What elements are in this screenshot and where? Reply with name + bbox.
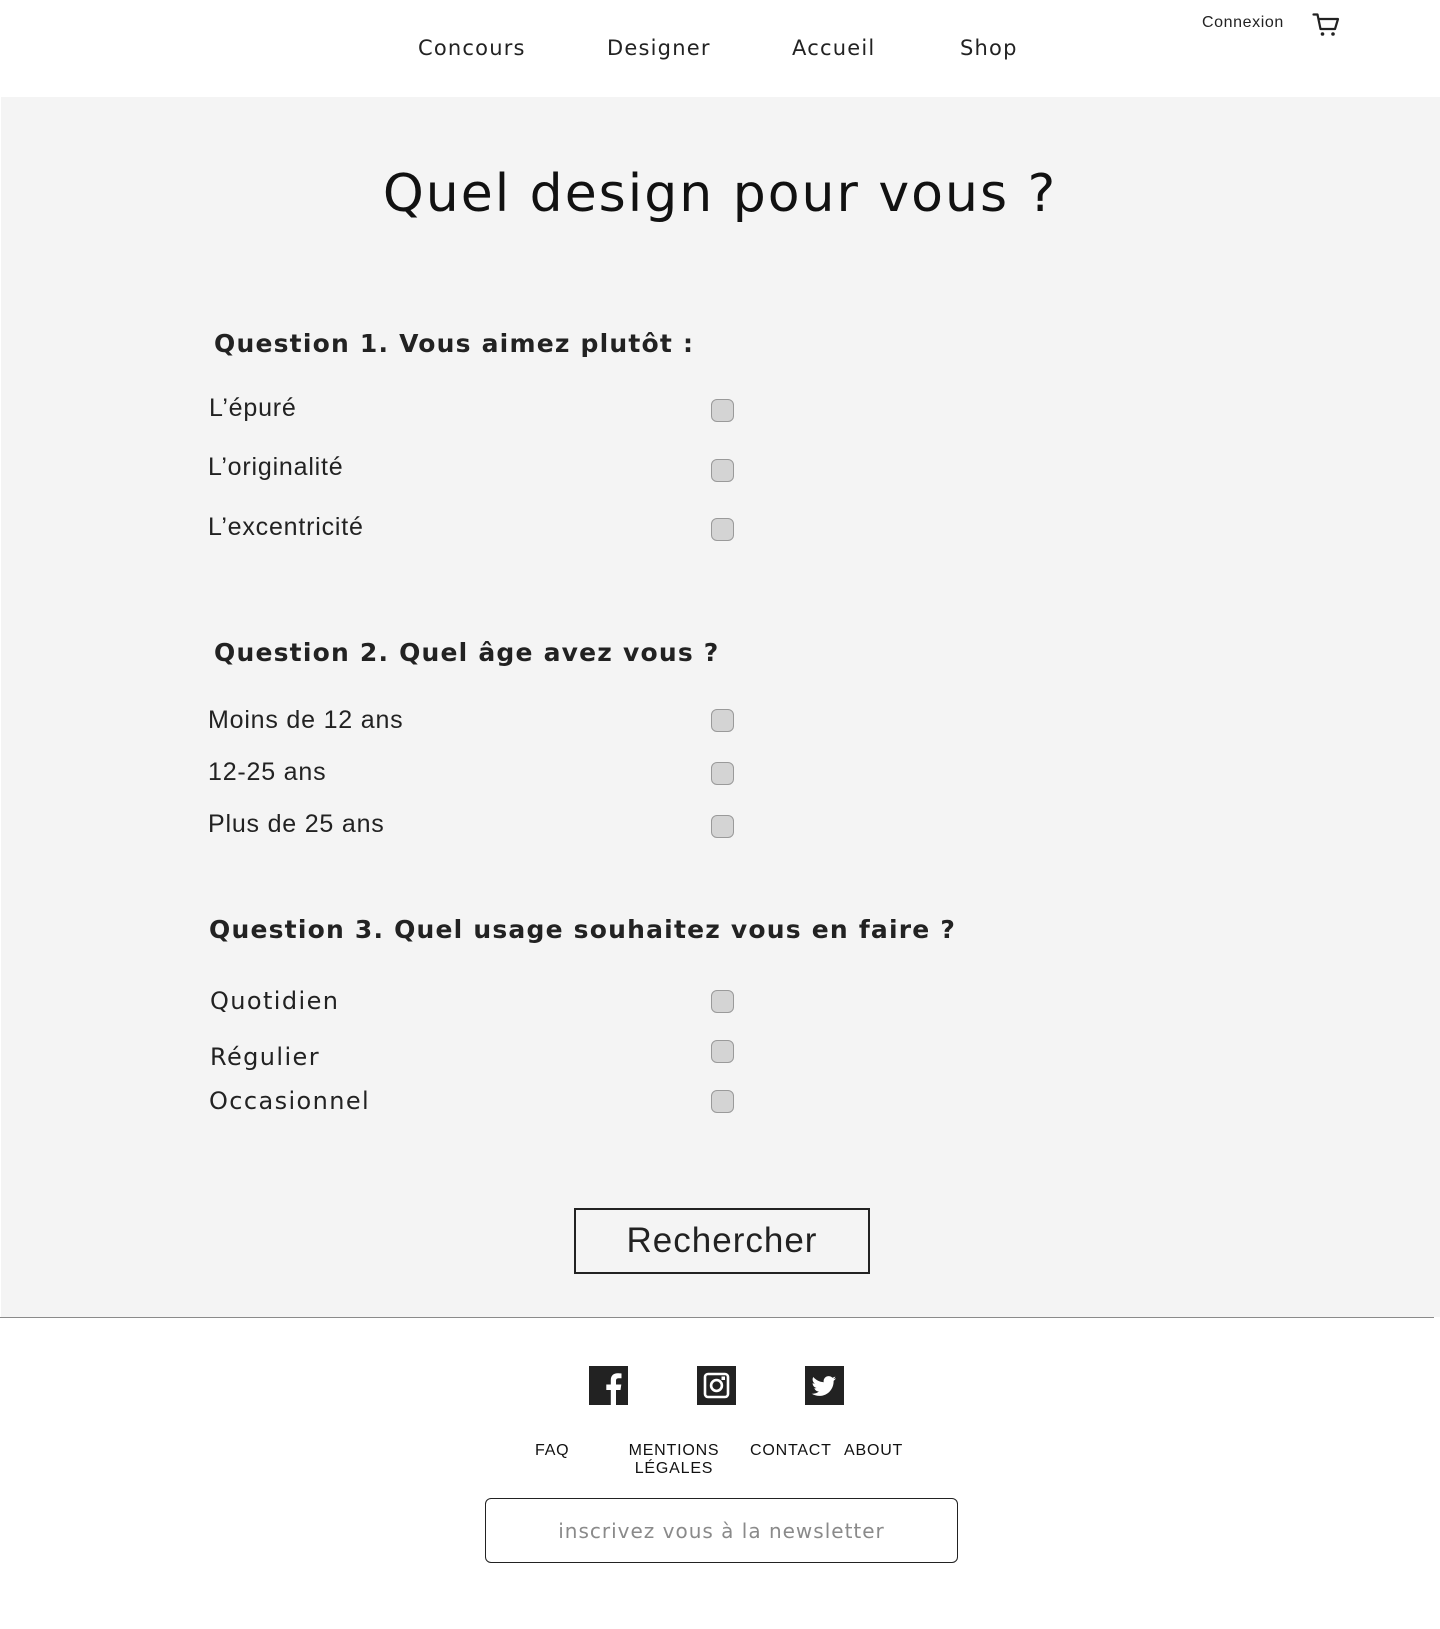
search-button[interactable]: Rechercher [574, 1208, 870, 1274]
option-originalite-checkbox[interactable] [711, 459, 734, 482]
instagram-icon[interactable] [697, 1366, 736, 1405]
option-epure-checkbox[interactable] [711, 399, 734, 422]
option-regulier-label: Régulier [210, 1043, 320, 1071]
footer-link-contact[interactable]: CONTACT [750, 1442, 832, 1460]
option-originalite-label: L’originalité [208, 453, 344, 481]
question-1-label: Question 1. Vous aimez plutôt : [214, 329, 695, 358]
page-title: Quel design pour vous ? [382, 164, 1058, 224]
option-plus-25-label: Plus de 25 ans [208, 810, 385, 838]
question-2-label: Question 2. Quel âge avez vous ? [214, 638, 720, 667]
option-excentricite-checkbox[interactable] [711, 518, 734, 541]
footer-link-mentions-legales[interactable]: MENTIONS LÉGALES [614, 1442, 734, 1478]
connexion-link[interactable]: Connexion [1202, 14, 1284, 32]
question-3-label: Question 3. Quel usage souhaitez vous en… [209, 915, 957, 944]
option-12-25-label: 12-25 ans [208, 758, 327, 786]
option-quotidien-label: Quotidien [210, 987, 340, 1015]
twitter-icon[interactable] [805, 1366, 844, 1405]
footer-divider [0, 1317, 1434, 1318]
nav-item-designer[interactable]: Designer [607, 36, 711, 60]
footer-link-faq[interactable]: FAQ [535, 1442, 569, 1460]
option-regulier-checkbox[interactable] [711, 1040, 734, 1063]
option-plus-25-checkbox[interactable] [711, 815, 734, 838]
nav-item-shop[interactable]: Shop [960, 36, 1018, 60]
cart-icon[interactable] [1312, 12, 1340, 38]
option-12-25-checkbox[interactable] [711, 762, 734, 785]
facebook-icon[interactable] [589, 1366, 628, 1405]
option-epure-label: L’épuré [209, 394, 297, 422]
option-occasionnel-label: Occasionnel [209, 1087, 371, 1115]
nav-item-concours[interactable]: Concours [418, 36, 526, 60]
nav-item-accueil[interactable]: Accueil [792, 36, 875, 60]
option-quotidien-checkbox[interactable] [711, 990, 734, 1013]
footer-link-about[interactable]: ABOUT [844, 1442, 903, 1460]
top-navigation: Concours Designer Accueil Shop Connexion [0, 0, 1440, 97]
newsletter-input[interactable] [485, 1498, 958, 1563]
mentions-line-2: LÉGALES [634, 1460, 714, 1477]
option-occasionnel-checkbox[interactable] [711, 1090, 734, 1113]
mentions-line-1: MENTIONS [628, 1442, 720, 1459]
option-moins-12-checkbox[interactable] [711, 709, 734, 732]
option-excentricite-label: L’excentricité [208, 513, 364, 541]
option-moins-12-label: Moins de 12 ans [208, 706, 404, 734]
